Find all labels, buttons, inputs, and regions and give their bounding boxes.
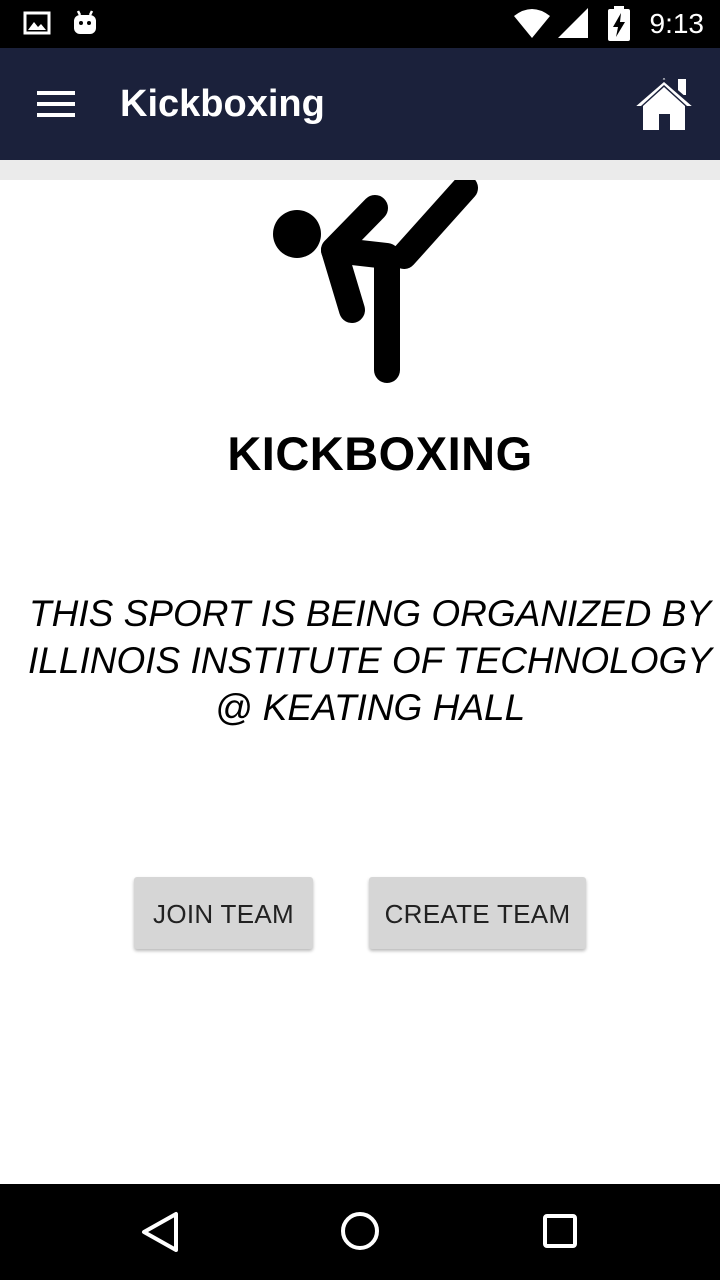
home-button[interactable] [628, 68, 700, 140]
status-time: 9:13 [649, 8, 705, 39]
toolbar-title: Kickboxing [120, 83, 325, 125]
recents-icon[interactable] [528, 1200, 592, 1264]
battery-charging-icon [608, 6, 630, 41]
action-buttons: JOIN TEAM CREATE TEAM [0, 877, 720, 949]
join-team-button[interactable]: JOIN TEAM [134, 877, 313, 949]
toolbar-divider [0, 160, 720, 180]
sport-detail: KICKBOXING THIS SPORT IS BEING ORGANIZED… [0, 180, 720, 1184]
hamburger-menu-icon [20, 68, 92, 140]
android-icon [74, 10, 96, 34]
sport-title: KICKBOXING [227, 427, 533, 480]
signal-icon [558, 8, 588, 38]
create-team-button[interactable]: CREATE TEAM [369, 877, 586, 949]
wifi-icon [514, 9, 550, 38]
menu-button[interactable] [20, 68, 92, 140]
gallery-icon [23, 11, 51, 35]
sport-description: THIS SPORT IS BEING ORGANIZED BY ILLINOI… [28, 593, 712, 728]
home-circle-icon[interactable] [328, 1200, 392, 1264]
status-bar: 9:13 [0, 0, 720, 48]
back-icon[interactable] [128, 1200, 192, 1264]
system-nav-bar [0, 1184, 720, 1280]
app-toolbar: Kickboxing [0, 48, 720, 160]
kickboxing-figure-icon [273, 180, 478, 383]
home-icon [633, 78, 695, 130]
